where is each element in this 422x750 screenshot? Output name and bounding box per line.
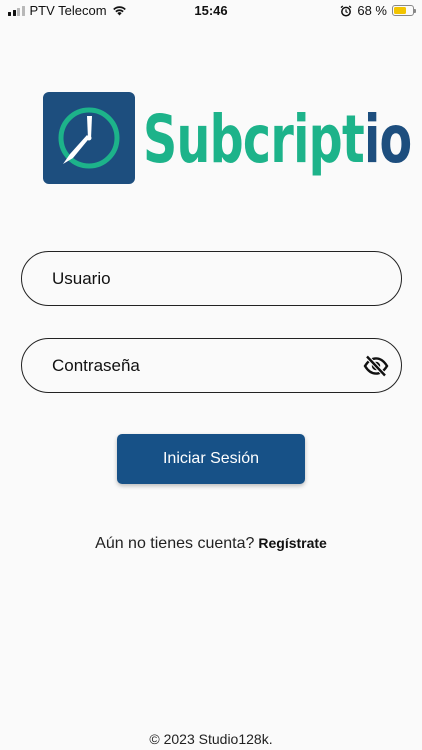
password-input[interactable]: [52, 355, 341, 376]
signup-link[interactable]: Regístrate: [258, 535, 326, 551]
clock-icon: [43, 92, 135, 184]
battery-icon: [392, 5, 416, 16]
password-field-container: [21, 338, 402, 393]
username-input[interactable]: [52, 268, 341, 289]
logo-text-accent: io: [363, 101, 412, 178]
alarm-icon: [340, 4, 352, 17]
status-bar: PTV Telecom 15:46 68 %: [0, 0, 422, 22]
login-screen: PTV Telecom 15:46 68 % Subcriptio Usuari…: [0, 0, 422, 750]
username-field-container: [21, 251, 402, 306]
app-logo: Subcriptio: [43, 92, 412, 202]
signup-text: Aún no tienes cuenta?: [95, 535, 255, 552]
eye-off-icon[interactable]: [363, 355, 389, 377]
battery-percent: 68 %: [357, 3, 387, 18]
footer-copyright: © 2023 Studio128k.: [149, 731, 273, 747]
signup-prompt: Aún no tienes cuenta? Regístrate: [0, 535, 422, 553]
logo-text-main: Subcript: [143, 101, 365, 178]
login-button[interactable]: Iniciar Sesión: [117, 434, 305, 484]
battery-fill: [394, 7, 407, 14]
status-right: 68 %: [340, 3, 416, 18]
logo-wordmark: Subcriptio: [143, 100, 412, 180]
